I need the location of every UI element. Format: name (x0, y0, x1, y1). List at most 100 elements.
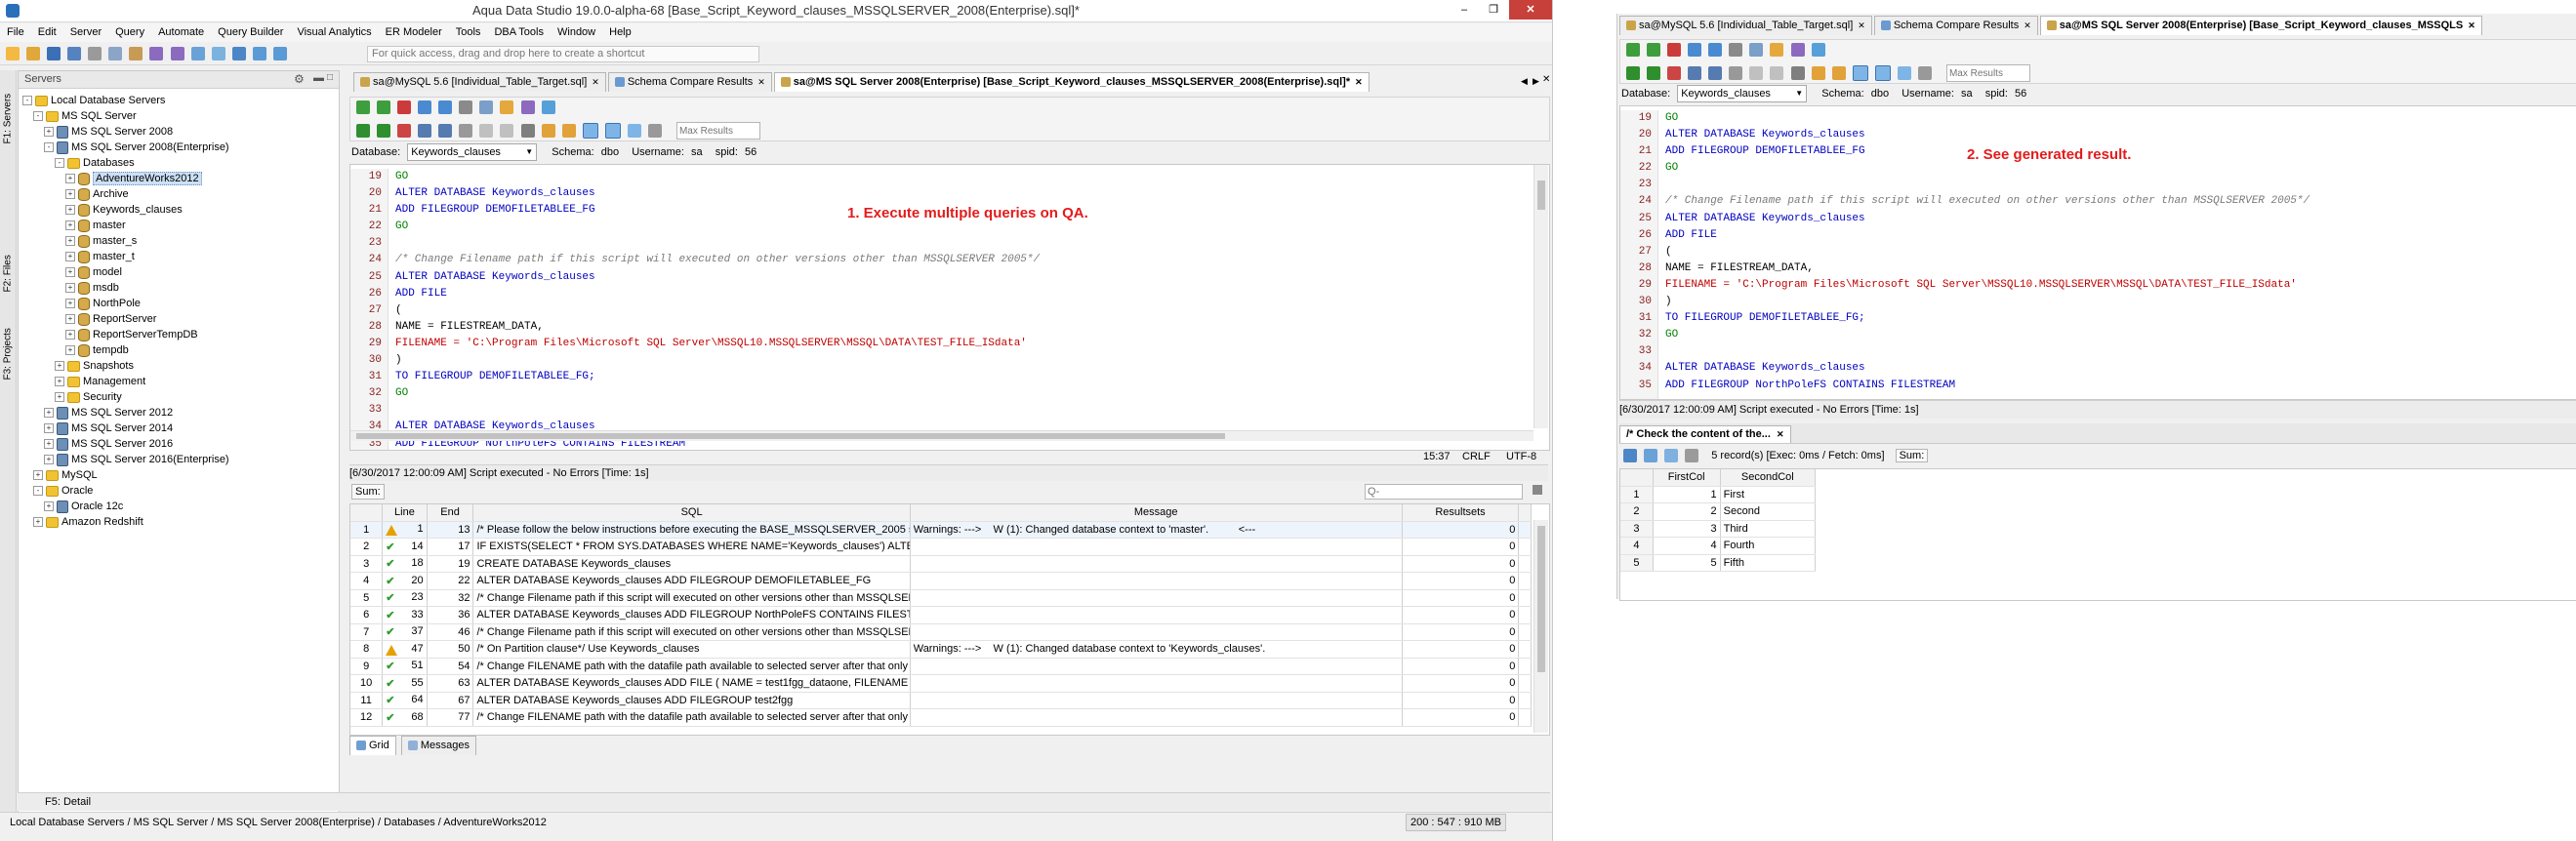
tab-close-icon[interactable]: ✕ (1542, 74, 1550, 85)
undo-icon[interactable] (149, 47, 164, 60)
expand-icon[interactable]: + (65, 345, 75, 356)
detail-tab[interactable]: F5: Detail (45, 796, 91, 808)
new-icon[interactable] (6, 47, 20, 60)
table-row[interactable]: 6 ✔ 33 36 ALTER DATABASE Keywords_clauses AD… (350, 606, 1532, 624)
table-row[interactable]: 3 ✔ 18 19 CREATE DATABASE Keywords_clauses 0 (350, 555, 1532, 573)
expand-icon[interactable]: + (65, 252, 75, 262)
database-select[interactable]: Keywords_clauses ▼ (407, 143, 538, 162)
toggle-a-icon[interactable] (1749, 66, 1764, 80)
table-row[interactable]: 4 4 Fourth (1620, 537, 1817, 555)
grid-view-icon[interactable] (1688, 66, 1702, 80)
tree-item[interactable]: + tempdb (22, 342, 335, 358)
tree-item[interactable]: + Oracle 12c (22, 499, 335, 514)
expand-icon[interactable]: + (55, 361, 64, 372)
break-icon[interactable] (397, 124, 412, 138)
editor-vscroll[interactable] (1533, 165, 1548, 428)
tree-item[interactable]: + MS SQL Server 2012 (22, 405, 335, 420)
split-h-icon[interactable] (582, 123, 598, 139)
close-icon[interactable]: ✕ (1777, 429, 1784, 439)
table-row[interactable]: 10 ✔ 55 63 ALTER DATABASE Keywords_clauses A… (350, 674, 1532, 693)
editor-tab[interactable]: sa@MS SQL Server 2008(Enterprise) [Base_… (2039, 16, 2482, 35)
col-message[interactable]: Message (910, 504, 1403, 522)
save-all-icon[interactable] (67, 47, 82, 60)
options-icon[interactable] (647, 124, 662, 138)
menu-item-er-modeler[interactable]: ER Modeler (379, 26, 449, 38)
expand-icon[interactable]: + (65, 314, 75, 325)
menu-item-automate[interactable]: Automate (151, 26, 211, 38)
close-icon[interactable]: ✕ (2024, 20, 2031, 30)
split-v-icon[interactable] (1874, 65, 1891, 81)
table-row[interactable]: 4 ✔ 20 22 ALTER DATABASE Keywords_clauses AD… (350, 572, 1532, 590)
col-resultsets[interactable]: Resultsets (1402, 504, 1520, 522)
stop-icon[interactable] (397, 100, 412, 114)
editor-tab[interactable]: sa@MySQL 5.6 [Individual_Table_Target.sq… (353, 72, 606, 92)
expand-icon[interactable]: + (44, 455, 54, 465)
expand-icon[interactable]: + (65, 205, 75, 216)
break-icon[interactable] (1667, 66, 1682, 80)
result-tab[interactable]: /* Check the content of the... ✕ (1619, 425, 1791, 443)
grid-icon[interactable] (231, 47, 246, 60)
format-icon[interactable] (1749, 43, 1764, 57)
refresh-icon[interactable] (541, 100, 555, 114)
menu-item-edit[interactable]: Edit (31, 26, 63, 38)
expand-icon[interactable]: + (55, 392, 64, 403)
table-row[interactable]: 2 2 Second (1620, 502, 1817, 521)
grid-view-icon[interactable] (418, 124, 432, 138)
col-end[interactable]: End (427, 504, 474, 522)
tools-icon[interactable] (1831, 66, 1846, 80)
expand-icon[interactable]: + (55, 377, 64, 387)
expand-icon[interactable]: + (65, 189, 75, 200)
tree-item[interactable]: - MS SQL Server (22, 108, 335, 124)
close-icon[interactable]: ✕ (2468, 20, 2475, 30)
minimize-panel-icon[interactable]: ▬ (313, 72, 324, 84)
table-row[interactable]: 12 ✔ 68 77/* Change FILENAME path with the … (350, 708, 1532, 727)
table-row[interactable]: 7 ✔ 37 46/* Change Filename path if this sc… (350, 623, 1532, 641)
commit-icon[interactable] (1688, 43, 1702, 57)
tree-item[interactable]: + master_s (22, 233, 335, 249)
tree-item[interactable]: + ReportServer (22, 311, 335, 327)
auto-commit-icon[interactable] (520, 124, 535, 138)
collapse-icon[interactable]: - (22, 96, 32, 106)
table-row[interactable]: 5 5 Fifth (1620, 554, 1817, 572)
tree-item[interactable]: + master_t (22, 249, 335, 264)
tree-item[interactable]: + Amazon Redshift (22, 514, 335, 530)
results-filter-input[interactable]: Q- (1365, 484, 1523, 500)
menu-item-query[interactable]: Query (108, 26, 151, 38)
cut-icon[interactable] (88, 47, 102, 60)
gear-icon[interactable]: ⚙ (294, 72, 305, 86)
tree-item[interactable]: + MS SQL Server 2016 (22, 436, 335, 452)
database-select[interactable]: Keywords_clauses ▼ (1677, 85, 1808, 103)
tree-item[interactable]: + MS SQL Server 2008 (22, 124, 335, 140)
expand-icon[interactable]: + (65, 330, 75, 340)
collapse-icon[interactable]: - (33, 486, 43, 497)
table-row[interactable]: 1 1 13/* Please follow the below instructi… (350, 521, 1532, 539)
step-icon[interactable] (1647, 66, 1661, 80)
filter-icon[interactable] (1685, 449, 1699, 463)
tab-messages[interactable]: Messages (400, 736, 476, 755)
text-view-icon[interactable] (1708, 66, 1723, 80)
collapse-icon[interactable]: - (33, 111, 43, 122)
history-icon[interactable] (1790, 43, 1805, 57)
close-icon[interactable]: ✕ (592, 77, 599, 87)
tree-item[interactable]: + ReportServerTempDB (22, 327, 335, 342)
expand-icon[interactable]: + (65, 283, 75, 294)
window-icon[interactable] (252, 47, 266, 60)
format-icon[interactable] (479, 100, 494, 114)
explain-icon[interactable] (1729, 43, 1743, 57)
redo-icon[interactable] (170, 47, 184, 60)
side-tab-servers[interactable]: F1: Servers (0, 78, 16, 146)
copy-icon[interactable] (108, 47, 123, 60)
comment-icon[interactable] (500, 100, 514, 114)
editor-tab[interactable]: Schema Compare Results ✕ (1873, 16, 2038, 35)
tree-item[interactable]: + Snapshots (22, 358, 335, 374)
execute-current-icon[interactable] (1647, 43, 1661, 57)
toggle-b-icon[interactable] (1770, 66, 1784, 80)
tree-item[interactable]: + model (22, 264, 335, 280)
editor-tab[interactable]: sa@MS SQL Server 2008(Enterprise) [Base_… (773, 72, 1370, 92)
tree-item[interactable]: - MS SQL Server 2008(Enterprise) (22, 140, 335, 155)
table-row[interactable]: 5 ✔ 23 32/* Change Filename path if this sc… (350, 589, 1532, 607)
tree-item[interactable]: + Archive (22, 186, 335, 202)
menu-item-file[interactable]: File (0, 26, 31, 38)
close-icon[interactable]: ✕ (757, 77, 765, 87)
table-row[interactable]: 11 ✔ 64 67 ALTER DATABASE Keywords_clauses A… (350, 692, 1532, 709)
